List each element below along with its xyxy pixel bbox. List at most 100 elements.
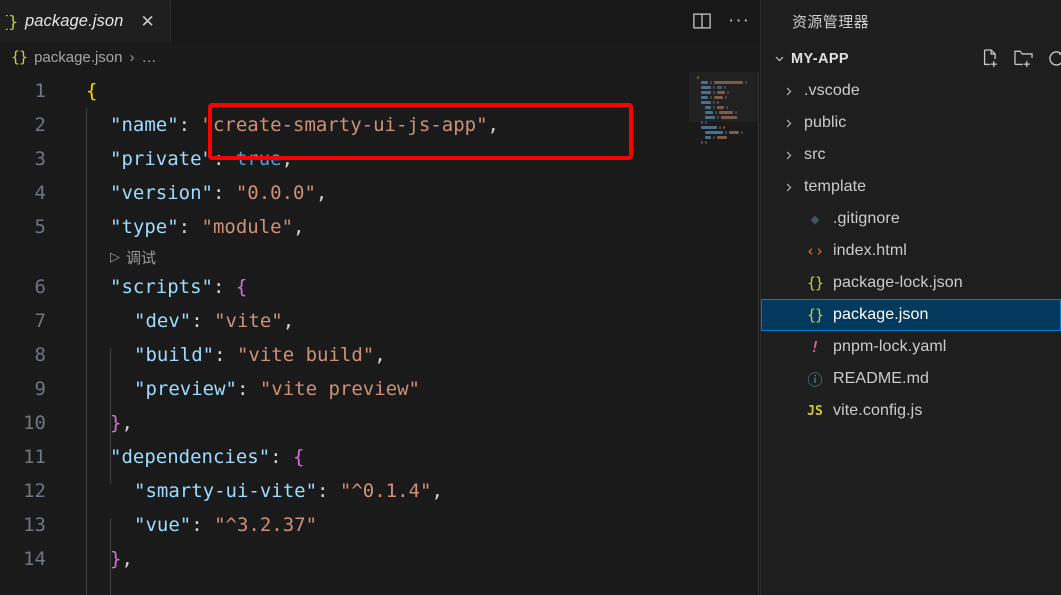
code-token: "^0.1.4" [340, 480, 432, 502]
code-token: "preview" [134, 378, 237, 400]
minimap-line [697, 91, 759, 95]
minimap-token [701, 91, 711, 94]
chevron-right-icon[interactable] [779, 150, 797, 161]
chevron-right-icon[interactable] [779, 86, 797, 97]
code-token: : [191, 514, 214, 536]
line-number: 14 [0, 548, 62, 570]
minimap-line [697, 106, 759, 110]
code-token: "scripts" [110, 276, 213, 298]
code-token: : [214, 344, 237, 366]
code-line[interactable]: 3"private": true, [0, 142, 760, 176]
minimap-token [705, 131, 723, 134]
minimap-token [726, 106, 728, 109]
minimap-token [725, 96, 727, 99]
code-line[interactable]: 1{ [0, 74, 760, 108]
json-braces-icon: {} [804, 306, 826, 324]
code-line[interactable]: 5"type": "module", [0, 210, 760, 244]
tree-row[interactable]: ‹› index.html [761, 235, 1061, 267]
minimap-line [697, 121, 759, 125]
tree-row[interactable]: ◆.gitignore [761, 203, 1061, 235]
code-line[interactable]: 13"vue": "^3.2.37" [0, 508, 760, 542]
code-line[interactable]: 11"dependencies": { [0, 440, 760, 474]
code-token: { [293, 446, 304, 468]
code-token: : [270, 446, 293, 468]
code-token: : [213, 182, 236, 204]
code-token: "create-smarty-ui-js-app" [202, 114, 488, 136]
minimap-token [697, 76, 699, 79]
code-token: { [86, 80, 97, 102]
minimap-token [713, 136, 715, 139]
minimap-token [701, 101, 711, 104]
code-line[interactable]: 10}, [0, 406, 760, 440]
tree-row[interactable]: !pnpm-lock.yaml [761, 331, 1061, 363]
tree-row[interactable]: public [761, 107, 1061, 139]
code-line-text: "private": true, [62, 148, 293, 170]
tree-row[interactable]: {}package-lock.json [761, 267, 1061, 299]
minimap-token [713, 91, 715, 94]
code-token: { [236, 276, 247, 298]
minimap-token [710, 81, 712, 84]
code-token: : [237, 378, 260, 400]
chevron-right-icon[interactable] [779, 118, 797, 129]
line-number: 7 [0, 310, 62, 332]
code-line-text: "name": "create-smarty-ui-js-app", [62, 114, 499, 136]
tree-row[interactable]: JSvite.config.js [761, 395, 1061, 427]
tree-item-label: index.html [833, 242, 907, 260]
minimap-token [713, 106, 715, 109]
more-actions-icon[interactable]: ··· [728, 17, 750, 25]
minimap[interactable] [689, 72, 759, 595]
code-line-text: "type": "module", [62, 216, 305, 238]
code-token: : [179, 216, 202, 238]
html-icon: ‹› [804, 242, 826, 260]
json-braces-icon: {} [11, 48, 27, 66]
tree-row[interactable]: ⓘREADME.md [761, 363, 1061, 395]
minimap-token [701, 121, 703, 124]
close-icon[interactable]: ✕ [137, 12, 157, 31]
tree-item-label: template [804, 178, 866, 196]
git-icon: ◆ [804, 210, 826, 228]
code-line[interactable]: 9"preview": "vite preview" [0, 372, 760, 406]
code-line[interactable]: 12"smarty-ui-vite": "^0.1.4", [0, 474, 760, 508]
tree-row[interactable]: {}package.json [761, 299, 1061, 331]
breadcrumb-item-file[interactable]: package.json [34, 49, 122, 66]
file-tree: .vscodepublicsrc template ◆.gitignore ‹› ind… [761, 75, 1061, 595]
code-token: : [213, 148, 236, 170]
minimap-token [719, 111, 733, 114]
code-line[interactable]: 6"scripts": { [0, 270, 760, 304]
code-token: , [283, 310, 294, 332]
codelens-debug[interactable]: ▷调试 [0, 244, 760, 270]
new-folder-icon[interactable] [1013, 48, 1034, 69]
code-line-text: "dev": "vite", [62, 310, 294, 332]
line-number: 1 [0, 80, 62, 102]
editor-tab-package-json[interactable]: {} package.json ✕ [0, 0, 171, 42]
minimap-token [723, 126, 725, 129]
minimap-token [717, 136, 727, 139]
code-editor[interactable]: 1{2"name": "create-smarty-ui-js-app",3"p… [0, 72, 760, 595]
code-line[interactable]: 2"name": "create-smarty-ui-js-app", [0, 108, 760, 142]
chevron-right-icon[interactable] [779, 182, 797, 193]
minimap-token [701, 141, 703, 144]
json-braces-icon: {} [804, 274, 826, 292]
code-line[interactable]: 7"dev": "vite", [0, 304, 760, 338]
breadcrumb: {} package.json › … [0, 42, 760, 72]
refresh-explorer-icon[interactable] [1046, 48, 1061, 69]
breadcrumb-overflow[interactable]: … [141, 49, 157, 66]
code-token: true [236, 148, 282, 170]
code-token: "private" [110, 148, 213, 170]
code-token: "vite" [214, 310, 283, 332]
code-line-text: "preview": "vite preview" [62, 378, 420, 400]
code-line[interactable]: 4"version": "0.0.0", [0, 176, 760, 210]
tree-row[interactable]: src [761, 139, 1061, 171]
code-line[interactable]: 14}, [0, 542, 760, 576]
explorer-section-my-app[interactable]: MY-APP [761, 42, 1061, 75]
minimap-token [719, 126, 721, 129]
line-number: 6 [0, 276, 62, 298]
code-line[interactable]: 8"build": "vite build", [0, 338, 760, 372]
codelens-label: 调试 [126, 247, 156, 268]
split-editor-right-icon[interactable] [692, 11, 712, 31]
chevron-down-icon[interactable] [771, 53, 788, 64]
tree-row[interactable]: .vscode [761, 75, 1061, 107]
tree-row[interactable]: template [761, 171, 1061, 203]
new-file-icon[interactable] [980, 48, 1001, 69]
minimap-line [697, 96, 759, 100]
